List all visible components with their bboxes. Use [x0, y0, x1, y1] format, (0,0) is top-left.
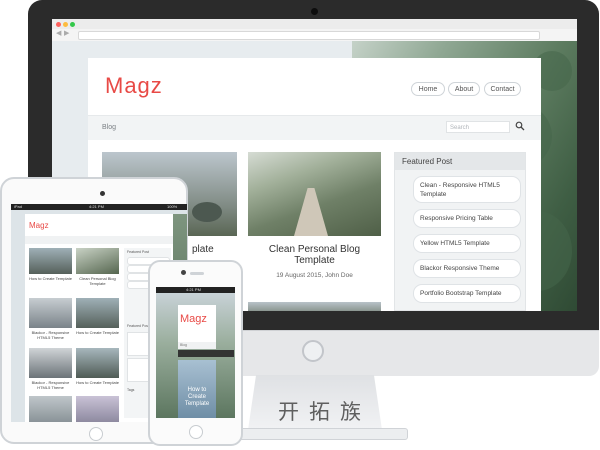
- status-bar: 4:21 PM: [156, 287, 235, 293]
- tags-heading: Tags: [127, 388, 135, 392]
- search-icon[interactable]: [515, 121, 525, 131]
- sidebar-post-link[interactable]: Responsive Pricing Table: [413, 209, 521, 228]
- post-card[interactable]: Clean Personal Blog Template 19 August 2…: [248, 152, 381, 311]
- sidebar-heading: Featured Post: [127, 250, 149, 254]
- post-image[interactable]: [248, 302, 381, 311]
- site-logo[interactable]: Magz: [29, 221, 49, 230]
- post-title[interactable]: How to Create Template: [76, 330, 119, 335]
- breadcrumb-bar: Blog Search: [88, 115, 541, 140]
- home-button[interactable]: [89, 427, 103, 441]
- home-button[interactable]: [189, 425, 203, 439]
- forward-arrow-icon[interactable]: ▶: [64, 29, 69, 37]
- post-title[interactable]: Clean Personal Blog Template: [76, 276, 119, 286]
- back-arrow-icon[interactable]: ◀: [56, 29, 61, 37]
- road-graphic: [294, 188, 328, 236]
- sidebar-post-link[interactable]: Yellow HTML5 Template: [413, 234, 521, 253]
- clock-label: 4:21 PM: [89, 204, 104, 209]
- post-title[interactable]: Blackor - Responsive HTML5 Theme: [29, 380, 72, 390]
- post-title[interactable]: Clean Personal Blog Template: [248, 244, 381, 266]
- site-logo[interactable]: Magz: [105, 73, 163, 99]
- site-logo[interactable]: Magz: [180, 313, 207, 325]
- breadcrumb-bar: [25, 236, 173, 244]
- sidebar-post-link[interactable]: Clean - Responsive HTML5 Template: [413, 176, 521, 203]
- nav-contact-button[interactable]: Contact: [484, 82, 521, 96]
- post-title[interactable]: plate: [192, 244, 214, 255]
- sidebar-post-link[interactable]: Blackor Responsive Theme: [413, 259, 521, 278]
- nav-about-button[interactable]: About: [448, 82, 480, 96]
- featured-sidebar: Featured Post Clean - Responsive HTML5 T…: [394, 152, 526, 311]
- sidebar-heading: Featured Post: [395, 153, 525, 170]
- maximize-window-icon[interactable]: [70, 22, 75, 27]
- post-image[interactable]: [76, 396, 119, 422]
- post-image[interactable]: [76, 298, 119, 328]
- post-image[interactable]: [29, 248, 72, 274]
- carrier-label: iPad: [14, 204, 23, 209]
- breadcrumb[interactable]: Blog: [102, 124, 116, 131]
- post-title[interactable]: How to Create Template: [29, 276, 72, 281]
- camera-icon: [100, 191, 105, 196]
- watermark-text: 开拓族: [278, 400, 371, 424]
- status-bar: iPad 4:21 PM 100%: [11, 204, 187, 210]
- sidebar-heading: Featured Post: [127, 324, 149, 328]
- breadcrumb[interactable]: Blog: [178, 342, 216, 349]
- phone-screen: 4:21 PM Magz Blog How to Create Template: [156, 287, 235, 418]
- nav-home-button[interactable]: Home: [411, 82, 445, 96]
- post-image[interactable]: [29, 348, 72, 378]
- post-image[interactable]: [76, 348, 119, 378]
- battery-label: 100%: [167, 204, 178, 209]
- address-bar[interactable]: [78, 31, 540, 40]
- post-title[interactable]: How to Create Template: [76, 380, 119, 385]
- post-image[interactable]: [76, 248, 119, 274]
- browser-titlebar: [52, 19, 577, 29]
- post-title[interactable]: How to Create Template: [178, 387, 216, 408]
- post-image[interactable]: [248, 152, 381, 236]
- apple-logo-icon: [302, 340, 324, 362]
- search-input[interactable]: Search: [446, 121, 510, 133]
- camera-icon: [181, 270, 186, 275]
- search-bar[interactable]: [178, 350, 234, 357]
- minimize-window-icon[interactable]: [63, 22, 68, 27]
- camera-icon: [311, 8, 318, 15]
- imac-base: [232, 428, 408, 440]
- clock-label: 4:21 PM: [186, 287, 201, 292]
- close-window-icon[interactable]: [56, 22, 61, 27]
- post-title[interactable]: Blackor - Responsive HTML5 Theme: [29, 330, 72, 340]
- post-image[interactable]: [29, 396, 72, 422]
- speaker-grille: [190, 272, 204, 275]
- post-image[interactable]: [29, 298, 72, 328]
- phone-header: Magz: [178, 305, 216, 347]
- sidebar-post-link[interactable]: Portfolio Bootstrap Template: [413, 284, 521, 303]
- post-meta: 19 August 2015, John Doe: [276, 272, 353, 279]
